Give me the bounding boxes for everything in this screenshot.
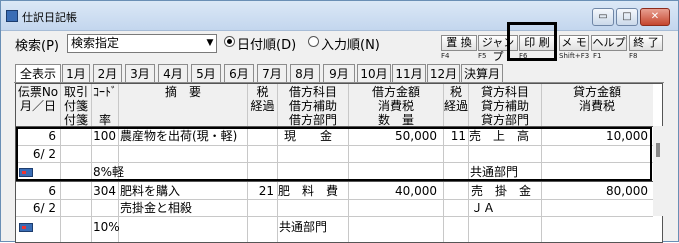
header-fusen1: 付箋 bbox=[61, 99, 91, 113]
header-kashi-bumon: 貸方部門 bbox=[469, 113, 541, 127]
entry-no[interactable]: 6 bbox=[16, 184, 56, 199]
slip-icon[interactable] bbox=[19, 223, 33, 232]
header-kashi-kingaku: 貸方金額 bbox=[542, 85, 652, 99]
radio-date-order-label[interactable]: 日付順(D) bbox=[237, 34, 296, 53]
tab-month[interactable]: 2月 bbox=[93, 64, 122, 83]
search-label: 検索(P) bbox=[15, 39, 59, 54]
tab-month[interactable]: 8月 bbox=[290, 64, 320, 83]
header-suryo: 数 量 bbox=[349, 113, 443, 127]
header-kari-bumon: 借方部門 bbox=[278, 113, 348, 127]
entry-code[interactable]: 304 bbox=[92, 184, 116, 199]
entry-rate[interactable]: 10% bbox=[93, 220, 120, 235]
header-kari-kamoku: 借方科目 bbox=[278, 85, 348, 99]
scrollbar[interactable] bbox=[653, 126, 663, 216]
header-keigen1: 経過 bbox=[248, 99, 277, 113]
tab-all[interactable]: 全表示 bbox=[15, 64, 61, 83]
header-denpyo-no: 伝票No bbox=[16, 85, 60, 99]
chevron-down-icon[interactable]: ▼ bbox=[203, 34, 217, 53]
header-torihiki: 取引 bbox=[61, 85, 91, 99]
radio-input-order[interactable] bbox=[308, 36, 319, 47]
selected-entry-frame bbox=[16, 127, 652, 181]
header-keigen2: 経過 bbox=[444, 99, 469, 113]
fkey-label: F8 bbox=[629, 52, 638, 60]
header-zei2: 税 bbox=[444, 85, 468, 99]
scrollbar-thumb[interactable] bbox=[656, 143, 660, 157]
entry-kari-kamoku[interactable]: 肥 料 費 bbox=[278, 184, 338, 199]
fkey-label: F4 bbox=[441, 52, 450, 60]
header-kari-hojo: 借方補助 bbox=[278, 99, 348, 113]
header-fusen2: 付箋 bbox=[61, 113, 91, 127]
tab-month[interactable]: 9月 bbox=[323, 64, 355, 83]
header-kashi-kamoku: 貸方科目 bbox=[469, 85, 541, 99]
tab-month[interactable]: 3月 bbox=[125, 64, 155, 83]
fkey-label: Shift+F3 bbox=[559, 52, 590, 60]
header-code: ｺｰﾄﾞ bbox=[92, 85, 118, 99]
header-rate: 率 bbox=[92, 113, 118, 127]
tab-month[interactable]: 7月 bbox=[257, 64, 287, 83]
tab-month[interactable]: 6月 bbox=[224, 64, 254, 83]
replace-button[interactable]: 置 換 bbox=[441, 35, 477, 51]
entry-zei[interactable]: 21 bbox=[248, 184, 274, 199]
header-kari-shohizei: 消費税 bbox=[349, 99, 443, 113]
tab-month[interactable]: 5月 bbox=[191, 64, 221, 83]
tab-month[interactable]: 4月 bbox=[158, 64, 188, 83]
header-kashi-hojo: 貸方補助 bbox=[469, 99, 541, 113]
header-date: 月／日 bbox=[16, 99, 60, 113]
memo-button[interactable]: メ モ bbox=[559, 35, 589, 51]
radio-date-order[interactable] bbox=[224, 36, 235, 47]
title-bar: 仕訳日記帳 ▭ □ ✕ bbox=[1, 1, 678, 31]
entry-tekiyo-2[interactable]: 売掛金と相殺 bbox=[120, 201, 192, 216]
window-title: 仕訳日記帳 bbox=[22, 11, 77, 24]
entry-kari-bumon[interactable]: 共通部門 bbox=[279, 220, 327, 235]
header-kari-kingaku: 借方金額 bbox=[349, 85, 443, 99]
entry-date[interactable]: 6/ 2 bbox=[16, 201, 56, 216]
help-button[interactable]: ヘルプ bbox=[591, 35, 627, 51]
tab-closing-month[interactable]: 決算月 bbox=[461, 64, 503, 83]
radio-input-order-label[interactable]: 入力順(N) bbox=[321, 34, 380, 53]
search-select[interactable]: 検索指定 bbox=[67, 34, 217, 53]
tab-month[interactable]: 11月 bbox=[392, 64, 426, 83]
highlight-box bbox=[507, 22, 557, 61]
fkey-label: F5 bbox=[478, 52, 487, 60]
fkey-label: F1 bbox=[593, 52, 602, 60]
entry-tekiyo[interactable]: 肥料を購入 bbox=[120, 184, 180, 199]
exit-button[interactable]: 終 了 bbox=[629, 35, 663, 51]
tab-month[interactable]: 12月 bbox=[427, 64, 460, 83]
entry-kashi-kamoku[interactable]: 売 掛 金 bbox=[471, 184, 531, 199]
header-kashi-shohizei: 消費税 bbox=[542, 99, 652, 113]
minimize-button[interactable]: ▭ bbox=[592, 8, 614, 26]
entry-kashi-kingaku[interactable]: 80,000 bbox=[542, 184, 648, 199]
entry-kari-kingaku[interactable]: 40,000 bbox=[349, 184, 437, 199]
close-button[interactable]: ✕ bbox=[640, 8, 670, 26]
app-icon bbox=[6, 10, 18, 22]
tab-month[interactable]: 1月 bbox=[62, 64, 90, 83]
tab-month[interactable]: 10月 bbox=[357, 64, 391, 83]
entry-kashi-hojo[interactable]: ＪＡ bbox=[471, 201, 495, 216]
maximize-button[interactable]: □ bbox=[616, 8, 638, 26]
header-zei1: 税 bbox=[248, 85, 277, 99]
journal-window: 仕訳日記帳 ▭ □ ✕ 検索(P) 検索指定 ▼ 日付順(D) 入力順(N) 置… bbox=[0, 0, 679, 243]
header-tekiyo: 摘 要 bbox=[119, 85, 247, 99]
